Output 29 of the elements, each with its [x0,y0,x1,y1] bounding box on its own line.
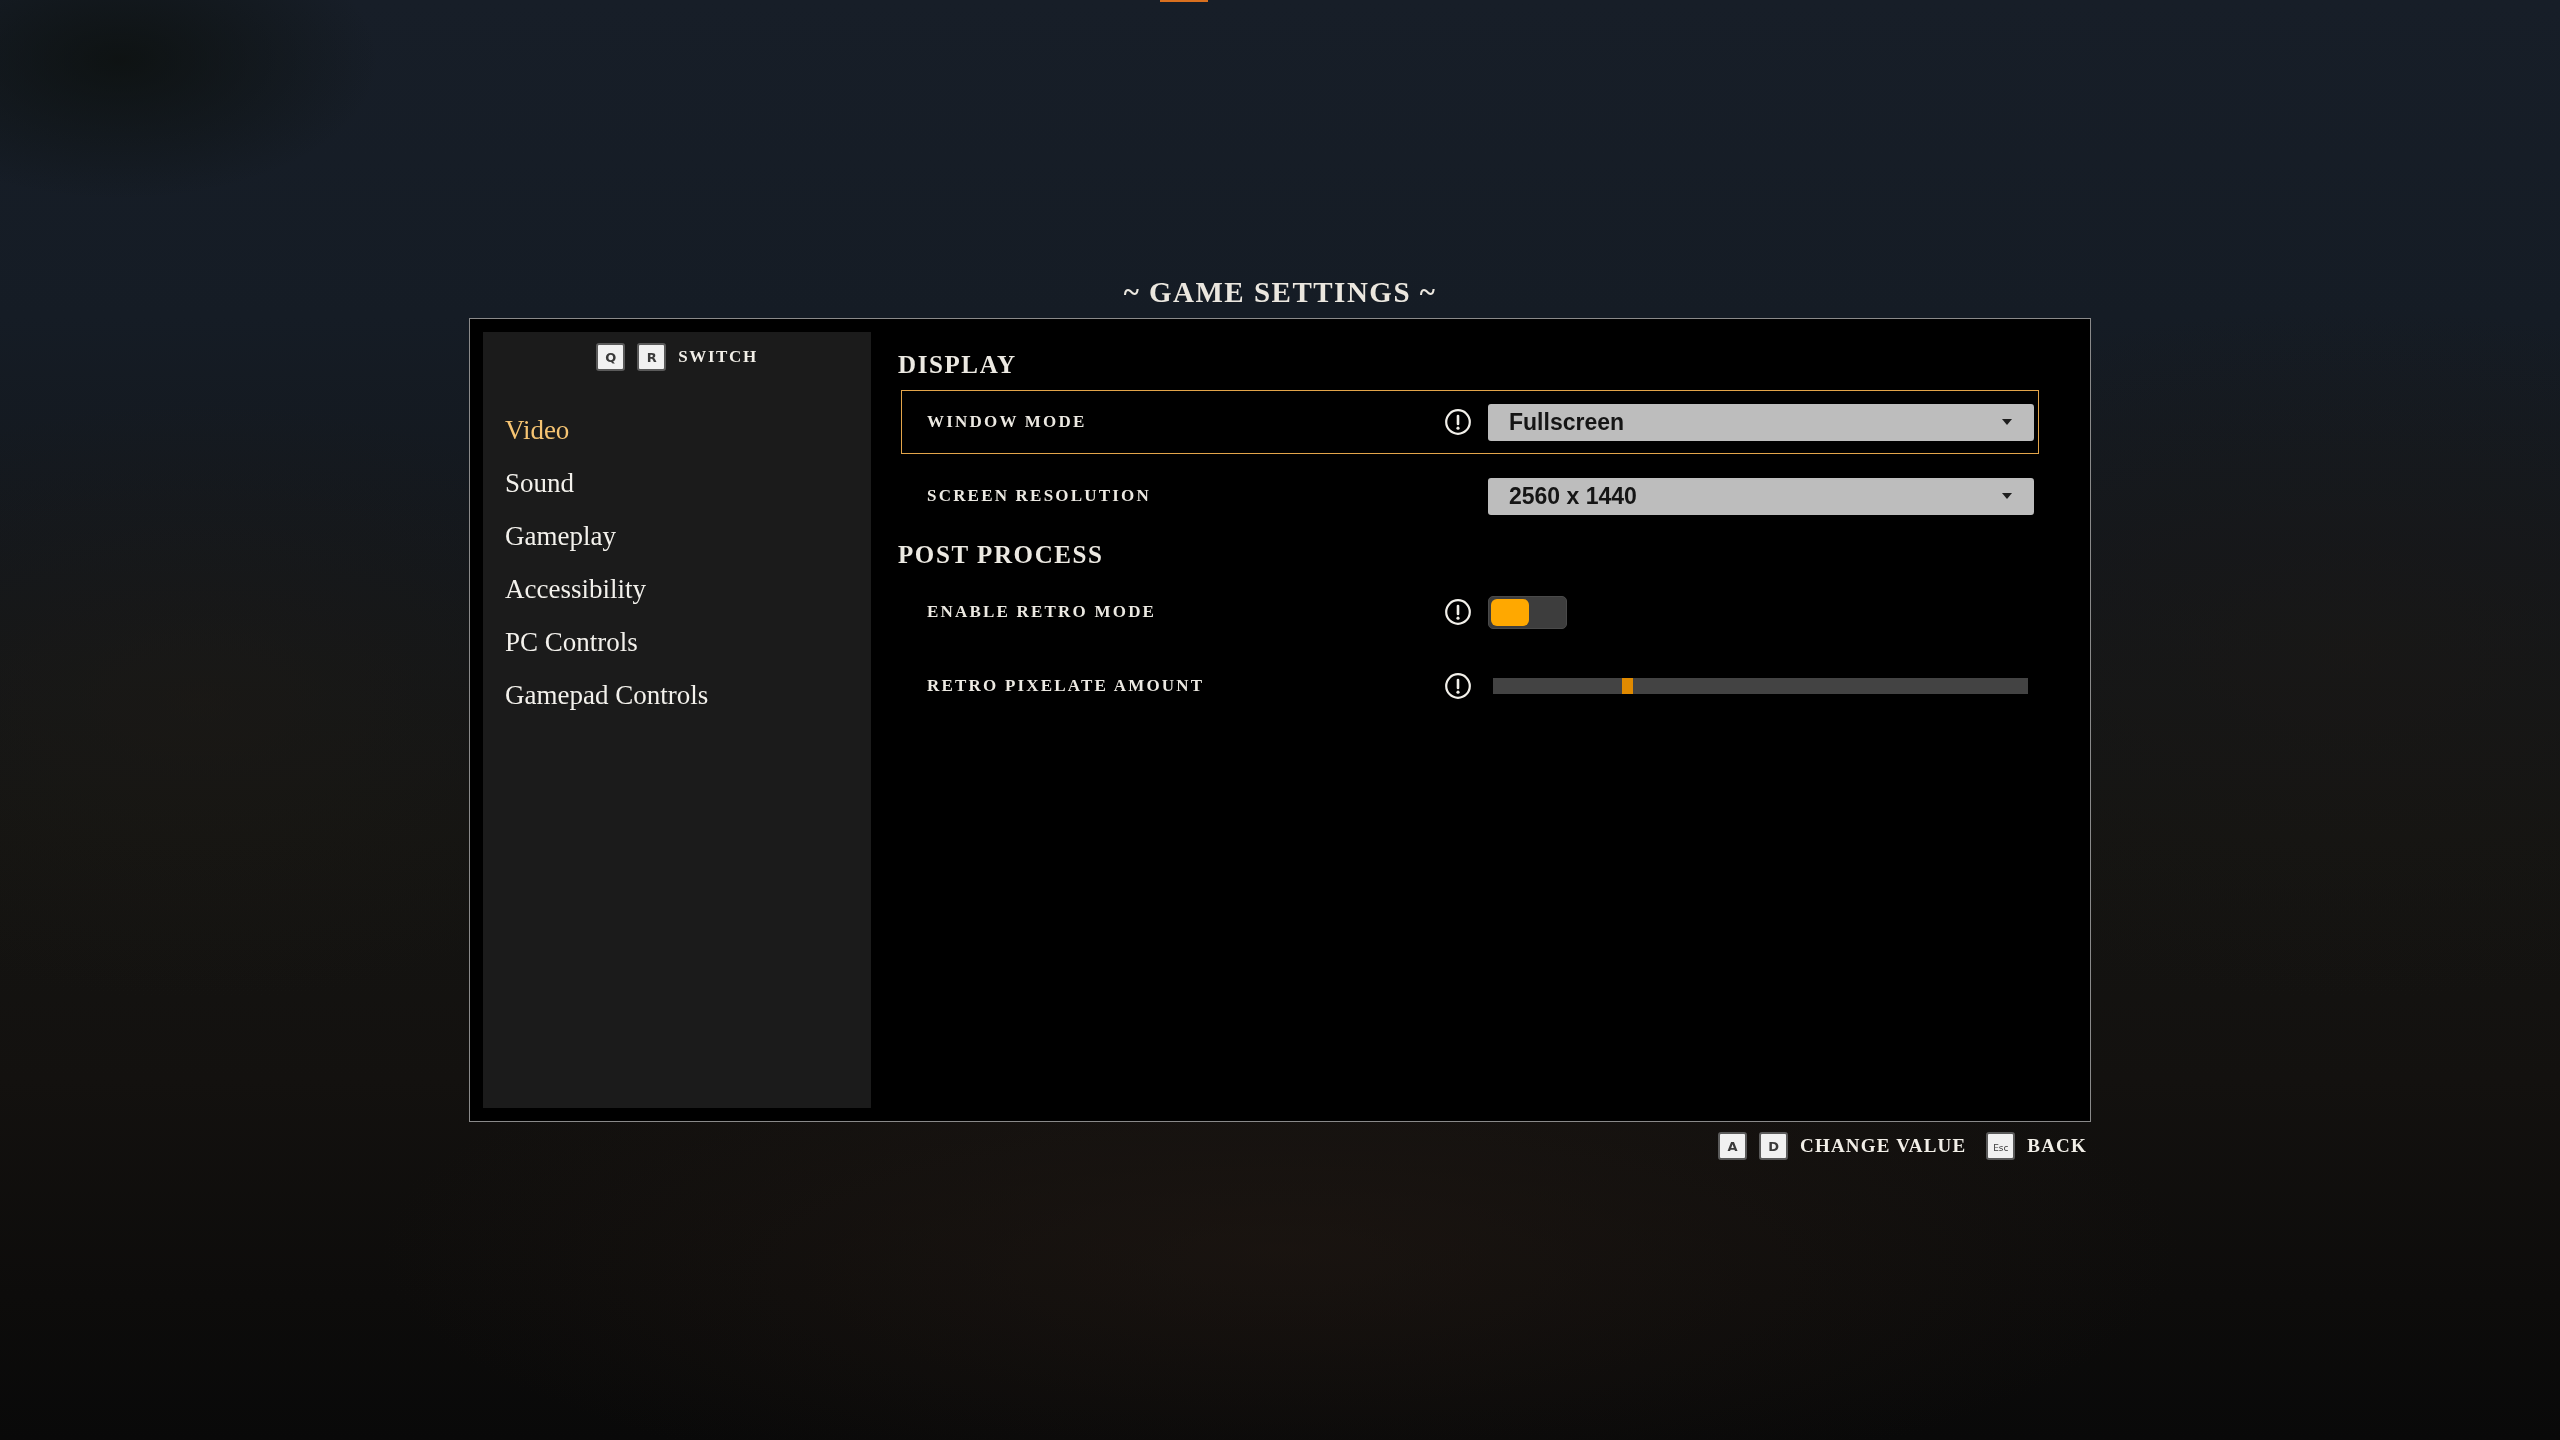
setting-label: WINDOW MODE [927,412,1088,432]
hint-label: BACK [2027,1135,2087,1157]
keycap: A [1718,1132,1748,1160]
page-title: ~ GAME SETTINGS ~ [1123,275,1437,310]
dropdown[interactable]: 2560 x 1440 [1488,477,2034,515]
keycap: R [637,343,667,371]
nav-item[interactable]: Sound [483,457,581,510]
nav-item[interactable]: Video [483,404,576,457]
slider-track[interactable] [1493,678,2028,694]
caret-icon [2002,419,2012,425]
nav-item[interactable]: PC Controls [483,616,644,669]
setting-label: SCREEN RESOLUTION [927,486,1152,506]
section-heading: DISPLAY [898,350,1018,380]
dropdown[interactable]: Fullscreen [1488,403,2034,441]
nav-item[interactable]: Gameplay [483,510,622,563]
nav-item[interactable]: Accessibility [483,563,652,616]
setting-label: ENABLE RETRO MODE [927,602,1158,622]
keycap: D [1759,1132,1789,1160]
accent-bar [1160,0,1208,2]
keycap: Q [596,343,626,371]
nav-item[interactable]: Gamepad Controls [483,669,715,722]
keycap: Esc [1986,1132,2016,1160]
setting-label: RETRO PIXELATE AMOUNT [927,676,1206,696]
hint-label: CHANGE VALUE [1800,1135,1967,1157]
toggle-switch[interactable] [1488,595,1567,629]
section-heading: POST PROCESS [898,540,1105,570]
hint-label: SWITCH [678,347,758,367]
caret-icon [2002,493,2012,499]
slider-thumb[interactable] [1621,678,1633,694]
